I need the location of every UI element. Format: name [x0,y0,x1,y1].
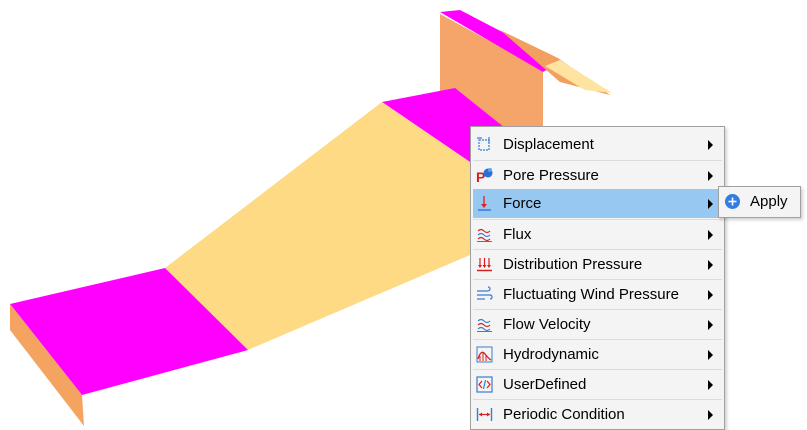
menu-item-label: Fluctuating Wind Pressure [503,286,679,303]
menu-item-label: UserDefined [503,376,587,393]
distribution-pressure-icon [476,256,493,273]
menu-item-pore-pressure[interactable]: P Pore Pressure [473,161,722,190]
ramp-face [165,102,470,350]
menu-item-displacement[interactable]: Displacement [473,130,722,159]
menu-item-label: Distribution Pressure [503,256,643,273]
menu-item-periodic-condition[interactable]: Periodic Condition [473,400,722,429]
menu-item-label: Flow Velocity [503,316,591,333]
flow-velocity-icon [476,316,493,333]
apply-menu-item[interactable]: Apply [721,189,798,215]
force-submenu: Apply [718,186,801,218]
pore-pressure-icon: P [476,167,493,185]
force-icon [476,195,493,212]
menu-item-label: Pore Pressure [503,167,599,184]
chevron-right-icon [708,199,713,209]
menu-item-label: Force [503,195,542,212]
chevron-right-icon [708,171,713,181]
hydrodynamic-icon [476,346,493,363]
context-menu: Displacement P Pore Pressure Force Flux … [470,126,725,430]
chevron-right-icon [708,410,713,420]
menu-item-label: Periodic Condition [503,406,625,423]
displacement-icon [476,136,493,153]
menu-item-flux[interactable]: Flux [473,220,722,249]
chevron-right-icon [708,320,713,330]
apply-plus-icon [724,193,741,210]
apply-label: Apply [750,193,788,210]
menu-item-user-defined[interactable]: UserDefined [473,370,722,399]
menu-item-distribution-pressure[interactable]: Distribution Pressure [473,250,722,279]
user-defined-icon [476,376,493,393]
chevron-right-icon [708,230,713,240]
flux-icon [476,226,493,243]
chevron-right-icon [708,140,713,150]
menu-item-label: Flux [503,226,532,243]
periodic-condition-icon [476,406,493,423]
chevron-right-icon [708,290,713,300]
menu-item-hydrodynamic[interactable]: Hydrodynamic [473,340,722,369]
menu-item-force[interactable]: Force [473,189,722,218]
menu-item-fluctuating-wind-pressure[interactable]: Fluctuating Wind Pressure [473,280,722,309]
chevron-right-icon [708,380,713,390]
menu-item-label: Hydrodynamic [503,346,599,363]
wind-pressure-icon [476,286,493,303]
chevron-right-icon [708,260,713,270]
menu-item-label: Displacement [503,136,594,153]
menu-item-flow-velocity[interactable]: Flow Velocity [473,310,722,339]
chevron-right-icon [708,350,713,360]
